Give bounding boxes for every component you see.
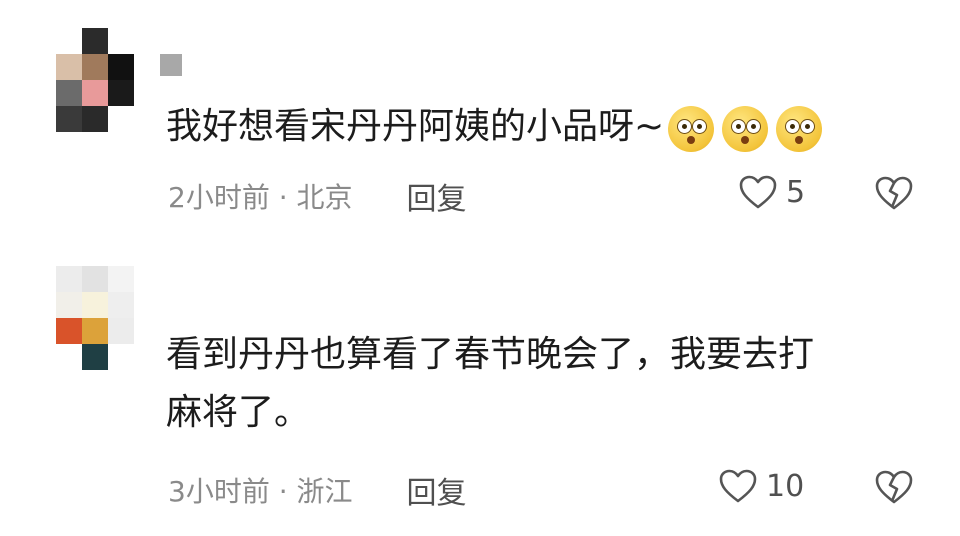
avatar-mosaic-cell <box>108 318 134 344</box>
comment-text: 我好想看宋丹丹阿姨的小品呀~ <box>166 98 926 157</box>
avatar-mosaic-cell <box>108 54 134 80</box>
heart-outline-icon <box>719 469 757 503</box>
like-button[interactable]: 10 <box>718 468 804 504</box>
username[interactable] <box>160 276 166 295</box>
avatar-mosaic-cell <box>82 266 108 292</box>
avatar-mosaic-cell <box>108 266 134 292</box>
avatar[interactable] <box>56 266 134 370</box>
comment-meta: 3小时前 · 浙江 回复 <box>168 468 467 512</box>
comment-item: 我好想看宋丹丹阿姨的小品呀~ 2小时前 · 北京 回复 5 <box>0 0 960 250</box>
avatar-mosaic-cell <box>82 344 108 370</box>
avatar[interactable] <box>56 28 134 132</box>
like-count: 10 <box>766 468 805 504</box>
avatar-mosaic-cell <box>56 80 82 106</box>
avatar-mosaic-cell <box>108 28 134 54</box>
avatar-mosaic-cell <box>56 106 82 132</box>
shocked-emoji-icon <box>776 106 823 152</box>
emoji-group <box>668 99 830 157</box>
broken-heart-icon <box>875 470 913 504</box>
avatar-mosaic-cell <box>56 54 82 80</box>
heart-outline-icon <box>739 175 777 209</box>
dislike-button[interactable] <box>874 468 914 510</box>
avatar-mosaic-cell <box>56 344 82 370</box>
comment-text: 看到丹丹也算看了春节晚会了，我要去打 麻将了。 <box>166 326 926 442</box>
like-button[interactable]: 5 <box>738 174 805 210</box>
avatar-mosaic-cell <box>108 80 134 106</box>
broken-heart-icon <box>875 176 913 210</box>
like-count: 5 <box>786 174 806 210</box>
reply-button[interactable]: 回复 <box>407 174 467 218</box>
avatar-mosaic-cell <box>82 318 108 344</box>
avatar-mosaic-cell <box>56 318 82 344</box>
comment-item: 看到丹丹也算看了春节晚会了，我要去打 麻将了。 3小时前 · 浙江 回复 10 <box>0 250 960 536</box>
comment-text-line: 麻将了。 <box>166 392 311 433</box>
comment-meta: 2小时前 · 北京 回复 <box>168 174 467 218</box>
avatar-mosaic-cell <box>56 292 82 318</box>
comment-time-location: 3小时前 · 浙江 <box>168 475 353 508</box>
comment-text-line: 我好想看宋丹丹阿姨的小品呀~ <box>166 106 665 147</box>
avatar-mosaic-cell <box>82 292 108 318</box>
username-mosaic <box>160 54 182 76</box>
avatar-mosaic-cell <box>108 292 134 318</box>
avatar-mosaic-cell <box>56 28 82 54</box>
avatar-mosaic-cell <box>82 80 108 106</box>
avatar-mosaic-cell <box>108 344 134 370</box>
shocked-emoji-icon <box>668 106 715 152</box>
comment-text-line: 看到丹丹也算看了春节晚会了，我要去打 <box>166 334 815 375</box>
comment-time-location: 2小时前 · 北京 <box>168 181 353 214</box>
reply-button[interactable]: 回复 <box>407 468 467 512</box>
username[interactable] <box>160 54 193 76</box>
avatar-mosaic-cell <box>82 106 108 132</box>
avatar-mosaic-cell <box>82 54 108 80</box>
avatar-mosaic-cell <box>108 106 134 132</box>
dislike-button[interactable] <box>874 174 914 216</box>
avatar-mosaic-cell <box>56 266 82 292</box>
avatar-mosaic-cell <box>82 28 108 54</box>
shocked-emoji-icon <box>722 106 769 152</box>
